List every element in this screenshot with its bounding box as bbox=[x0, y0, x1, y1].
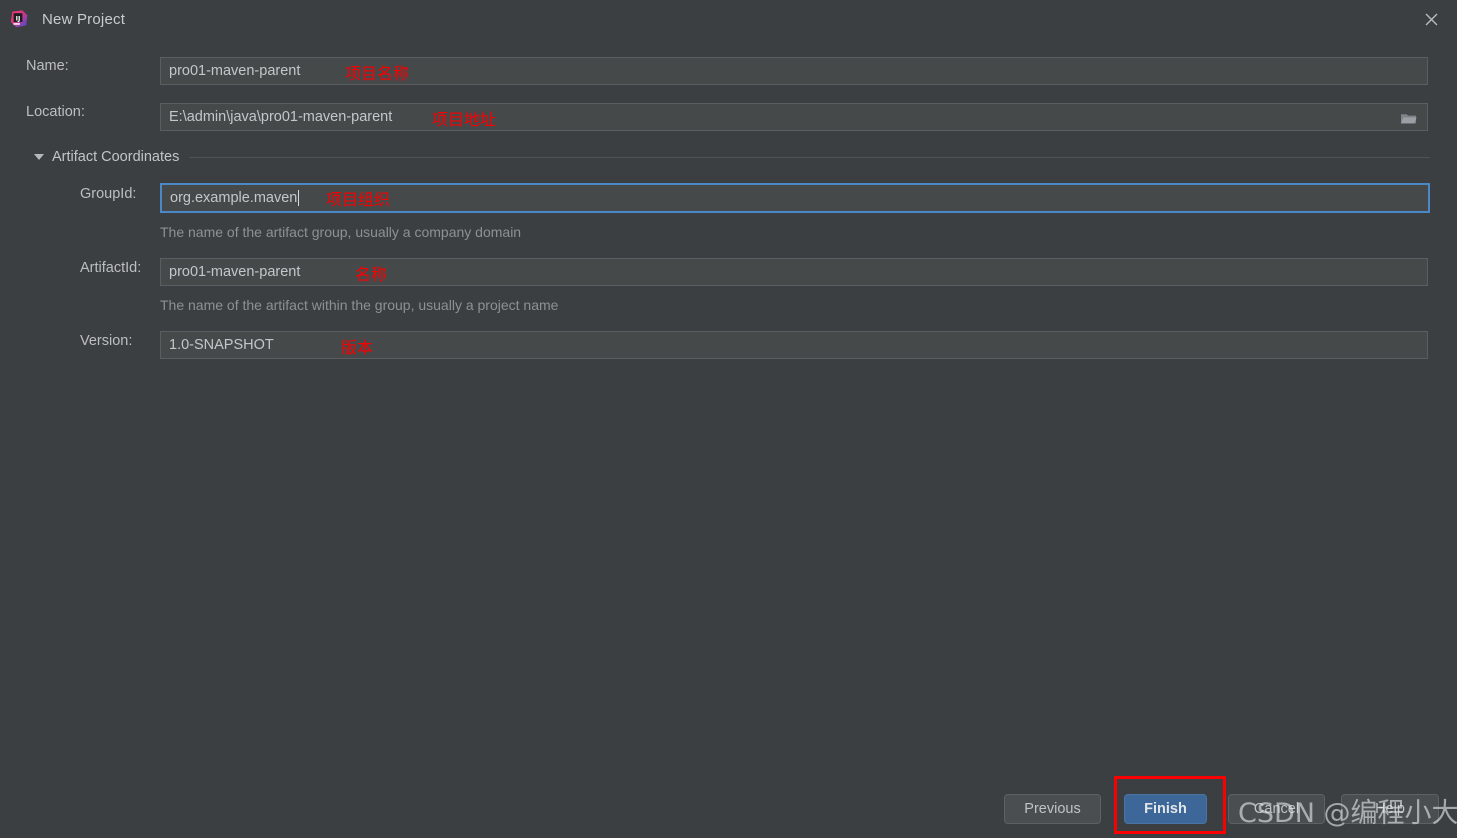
location-label: Location: bbox=[26, 104, 85, 120]
artifactid-input-value: pro01-maven-parent bbox=[169, 264, 301, 280]
dialog-footer: Previous Finish Cancel Help bbox=[0, 768, 1457, 838]
intellij-idea-icon: IJ bbox=[10, 10, 28, 28]
artifactid-row: ArtifactId: bbox=[80, 260, 141, 276]
artifactid-hint: The name of the artifact within the grou… bbox=[160, 297, 559, 313]
version-row: Version: bbox=[80, 333, 132, 349]
name-input-value: pro01-maven-parent bbox=[169, 63, 301, 79]
text-caret bbox=[298, 190, 300, 206]
section-divider bbox=[189, 156, 1430, 158]
location-input[interactable]: E:\admin\java\pro01-maven-parent bbox=[160, 103, 1428, 131]
artifact-coordinates-section-header[interactable]: Artifact Coordinates bbox=[34, 148, 1430, 166]
groupid-label: GroupId: bbox=[80, 186, 137, 202]
window-titlebar: IJ New Project bbox=[0, 0, 1457, 38]
version-label: Version: bbox=[80, 333, 133, 349]
version-input-value: 1.0-SNAPSHOT bbox=[169, 337, 274, 353]
finish-button[interactable]: Finish bbox=[1124, 794, 1207, 824]
artifactid-label: ArtifactId: bbox=[80, 260, 142, 276]
location-row: Location: bbox=[26, 104, 85, 120]
location-annotation: 项目地址 bbox=[432, 110, 497, 129]
cancel-button[interactable]: Cancel bbox=[1228, 794, 1325, 824]
previous-button[interactable]: Previous bbox=[1004, 794, 1101, 824]
name-annotation: 项目名称 bbox=[345, 64, 410, 83]
help-button[interactable]: Help bbox=[1341, 794, 1439, 824]
version-annotation: 版本 bbox=[341, 338, 374, 357]
groupid-row: GroupId: bbox=[80, 186, 136, 202]
name-label: Name: bbox=[26, 58, 69, 74]
name-row: Name: bbox=[26, 58, 69, 74]
close-icon[interactable] bbox=[1405, 0, 1457, 38]
folder-icon[interactable] bbox=[1390, 105, 1426, 131]
groupid-input-value: org.example.maven bbox=[170, 190, 298, 206]
new-project-form: Name: pro01-maven-parent 项目名称 Location: … bbox=[0, 38, 1457, 768]
window-title: New Project bbox=[42, 10, 126, 28]
svg-text:IJ: IJ bbox=[16, 14, 21, 22]
location-input-value: E:\admin\java\pro01-maven-parent bbox=[169, 109, 393, 125]
artifact-coordinates-title: Artifact Coordinates bbox=[52, 149, 180, 165]
artifactid-annotation: 名称 bbox=[355, 265, 388, 284]
groupid-annotation: 项目组织 bbox=[326, 190, 391, 209]
groupid-hint: The name of the artifact group, usually … bbox=[160, 224, 522, 240]
triangle-down-icon[interactable] bbox=[34, 154, 44, 160]
artifactid-input[interactable]: pro01-maven-parent bbox=[160, 258, 1428, 286]
